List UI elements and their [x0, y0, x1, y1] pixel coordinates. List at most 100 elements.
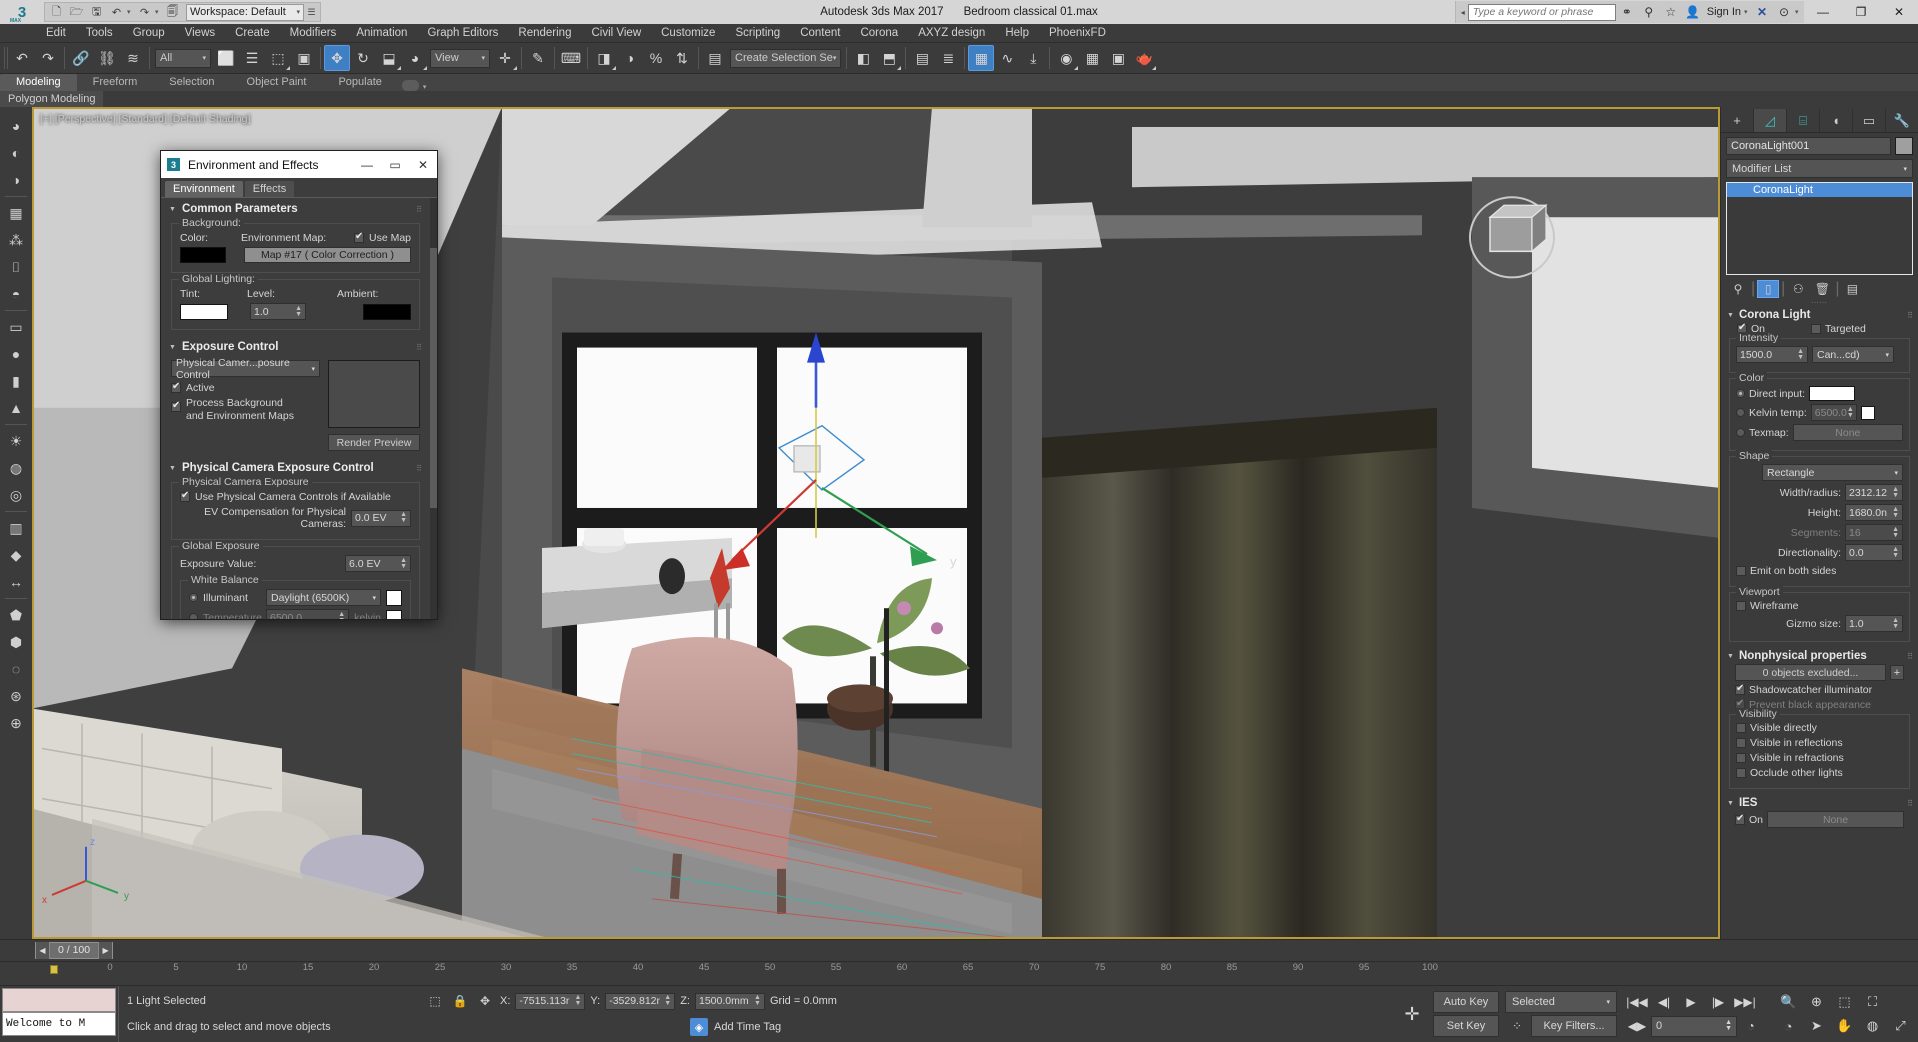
rollup-physical-camera-exposure-header[interactable]: ▼ Physical Camera Exposure Control ⠿: [161, 457, 430, 477]
menu-item-rendering[interactable]: Rendering: [508, 24, 581, 43]
dialog-maximize-button[interactable]: ▭: [381, 151, 409, 178]
y-coordinate-field[interactable]: -3529.812r ▲▼: [605, 993, 675, 1010]
illuminant-radio[interactable]: [189, 593, 198, 602]
menu-item-group[interactable]: Group: [123, 24, 175, 43]
select-and-manipulate-button[interactable]: ✎: [525, 45, 551, 71]
zoom-all-button[interactable]: ⊕: [1803, 991, 1830, 1014]
select-by-name-button[interactable]: ☰: [239, 45, 265, 71]
chevron-down-icon[interactable]: ▾: [423, 83, 427, 91]
spinner-icon[interactable]: ▲▼: [1892, 507, 1899, 519]
align-button[interactable]: ⬒: [876, 45, 902, 71]
current-frame-field[interactable]: 0 ▲▼: [1651, 1016, 1737, 1037]
directionality-value-field[interactable]: 0.0 ▲▼: [1845, 544, 1903, 561]
workspace-selector[interactable]: Workspace: Default ▾: [186, 4, 304, 21]
pin-stack-button[interactable]: ⚲: [1727, 280, 1749, 298]
utilities-tab[interactable]: 🔧: [1886, 109, 1918, 132]
spinner-icon[interactable]: ▲▼: [400, 558, 407, 570]
ambient-color-swatch[interactable]: [363, 304, 411, 320]
temperature-radio[interactable]: [189, 613, 198, 619]
qat-overflow-icon[interactable]: ☰: [305, 7, 318, 18]
maximize-viewport-button[interactable]: ⤢: [1887, 1015, 1914, 1038]
save-file-icon[interactable]: 🖫: [87, 3, 106, 21]
visible-reflections-checkbox[interactable]: [1736, 738, 1746, 748]
new-file-icon[interactable]: 🗋: [47, 3, 66, 21]
spinner-icon[interactable]: ▲▼: [1892, 527, 1899, 539]
illuminant-dropdown[interactable]: Daylight (6500K) ▾: [266, 589, 381, 606]
ribbon-tab-freeform[interactable]: Freeform: [77, 74, 154, 91]
spinner-icon[interactable]: ▲▼: [1847, 407, 1854, 419]
segments-value-field[interactable]: 16 ▲▼: [1845, 524, 1903, 541]
spinner-icon[interactable]: ▲▼: [664, 995, 671, 1007]
height-value-field[interactable]: 1680.0n ▲▼: [1845, 504, 1903, 521]
ies-on-checkbox[interactable]: [1735, 815, 1745, 825]
dialog-scrollbar[interactable]: [430, 198, 437, 619]
menu-item-help[interactable]: Help: [995, 24, 1039, 43]
width-value-field[interactable]: 2312.12 ▲▼: [1845, 484, 1903, 501]
kelvin-value-field[interactable]: 6500.0 ▲▼: [1811, 404, 1857, 421]
reference-coordinate-dropdown[interactable]: View ▾: [430, 49, 490, 68]
exposure-value-field[interactable]: 6.0 EV ▲▼: [345, 555, 411, 572]
maxscript-mini-listener-white[interactable]: Welcome to M: [2, 1012, 116, 1036]
undo-dropdown-icon[interactable]: ▾: [127, 8, 134, 16]
spinner-icon[interactable]: ▲▼: [400, 512, 407, 524]
intensity-units-dropdown[interactable]: Can...cd) ▾: [1812, 346, 1894, 363]
corona-box-icon[interactable]: ▭: [2, 314, 30, 340]
orbit-button[interactable]: ◍: [1859, 1015, 1886, 1038]
ies-file-button[interactable]: None: [1767, 811, 1904, 828]
add-exclusion-button[interactable]: +: [1890, 665, 1904, 680]
temperature-color-swatch[interactable]: [386, 610, 402, 620]
spinner-icon[interactable]: ▲▼: [1892, 487, 1899, 499]
window-crossing-button[interactable]: ▣: [291, 45, 317, 71]
absolute-relative-mode-icon[interactable]: ✥: [475, 991, 495, 1011]
set-key-filters-icon[interactable]: ⁘: [1505, 1015, 1529, 1037]
corona-renderer-icon[interactable]: ◕: [2, 113, 30, 139]
zoom-button[interactable]: 🔍: [1775, 991, 1802, 1014]
zoom-extents-all-button[interactable]: ⛶: [1859, 991, 1886, 1014]
ev-compensation-field[interactable]: 0.0 EV ▲▼: [351, 510, 411, 527]
background-color-swatch[interactable]: [180, 247, 226, 263]
open-file-icon[interactable]: 🗁: [67, 3, 86, 21]
select-object-button[interactable]: ⬜: [213, 45, 239, 71]
dialog-scrollbar-thumb[interactable]: [430, 248, 437, 508]
object-name-field[interactable]: CoronaLight001: [1726, 137, 1891, 155]
edit-named-selection-sets-button[interactable]: ▤: [702, 45, 728, 71]
corona-volume-icon[interactable]: ◍: [2, 455, 30, 481]
spinner-icon[interactable]: ▲▼: [574, 995, 581, 1007]
create-tab[interactable]: +: [1721, 109, 1754, 132]
chevron-left-icon[interactable]: ◂: [1458, 8, 1468, 17]
gizmo-size-field[interactable]: 1.0 ▲▼: [1845, 615, 1903, 632]
add-time-tag-label[interactable]: Add Time Tag: [714, 1021, 781, 1033]
spinner-icon[interactable]: ▲▼: [1892, 547, 1899, 559]
layer-explorer-button[interactable]: ▤: [909, 45, 935, 71]
temperature-field[interactable]: 6500.0 ▲▼: [266, 609, 349, 619]
dialog-minimize-button[interactable]: —: [353, 151, 381, 178]
kelvin-radio[interactable]: [1736, 408, 1745, 417]
restore-window-button[interactable]: ❐: [1842, 0, 1880, 24]
key-mode-dropdown[interactable]: Selected ▾: [1505, 991, 1617, 1013]
menu-item-modifiers[interactable]: Modifiers: [280, 24, 347, 43]
use-center-flyout-button[interactable]: ✛: [492, 45, 518, 71]
help-dropdown-icon[interactable]: ▾: [1795, 8, 1802, 16]
auto-key-button[interactable]: Auto Key: [1433, 991, 1499, 1013]
phoenix-force-icon[interactable]: ⊕: [2, 710, 30, 736]
corona-camera-icon[interactable]: ⌷: [2, 254, 30, 280]
command-panel-rollups[interactable]: ▼ Corona Light ⠿ On Targeted Intensity 1…: [1721, 306, 1918, 939]
exposure-active-checkbox[interactable]: [171, 383, 181, 393]
auto-key-mode-icon[interactable]: ✛: [1397, 994, 1427, 1034]
display-tab[interactable]: ▭: [1853, 109, 1886, 132]
select-and-scale-button[interactable]: ⬓: [376, 45, 402, 71]
exposure-control-type-dropdown[interactable]: Physical Camer...posure Control ▾: [171, 360, 320, 377]
phoenix-liquid-icon[interactable]: ⬢: [2, 629, 30, 655]
corona-material-icon[interactable]: ◐: [2, 140, 30, 166]
maxscript-listener[interactable]: Welcome to M: [0, 986, 118, 1042]
menu-item-civil-view[interactable]: Civil View: [581, 24, 651, 43]
targeted-checkbox[interactable]: [1811, 324, 1821, 334]
motion-tab[interactable]: ◖: [1820, 109, 1853, 132]
phoenix-fire-icon[interactable]: ⬟: [2, 602, 30, 628]
favorites-star-icon[interactable]: ☆: [1660, 1, 1682, 23]
rendered-frame-window-button[interactable]: ▣: [1105, 45, 1131, 71]
named-selection-set-dropdown[interactable]: Create Selection Se ▾: [730, 49, 841, 68]
occlude-other-lights-checkbox[interactable]: [1736, 768, 1746, 778]
wireframe-checkbox[interactable]: [1736, 601, 1746, 611]
menu-item-views[interactable]: Views: [175, 24, 225, 43]
